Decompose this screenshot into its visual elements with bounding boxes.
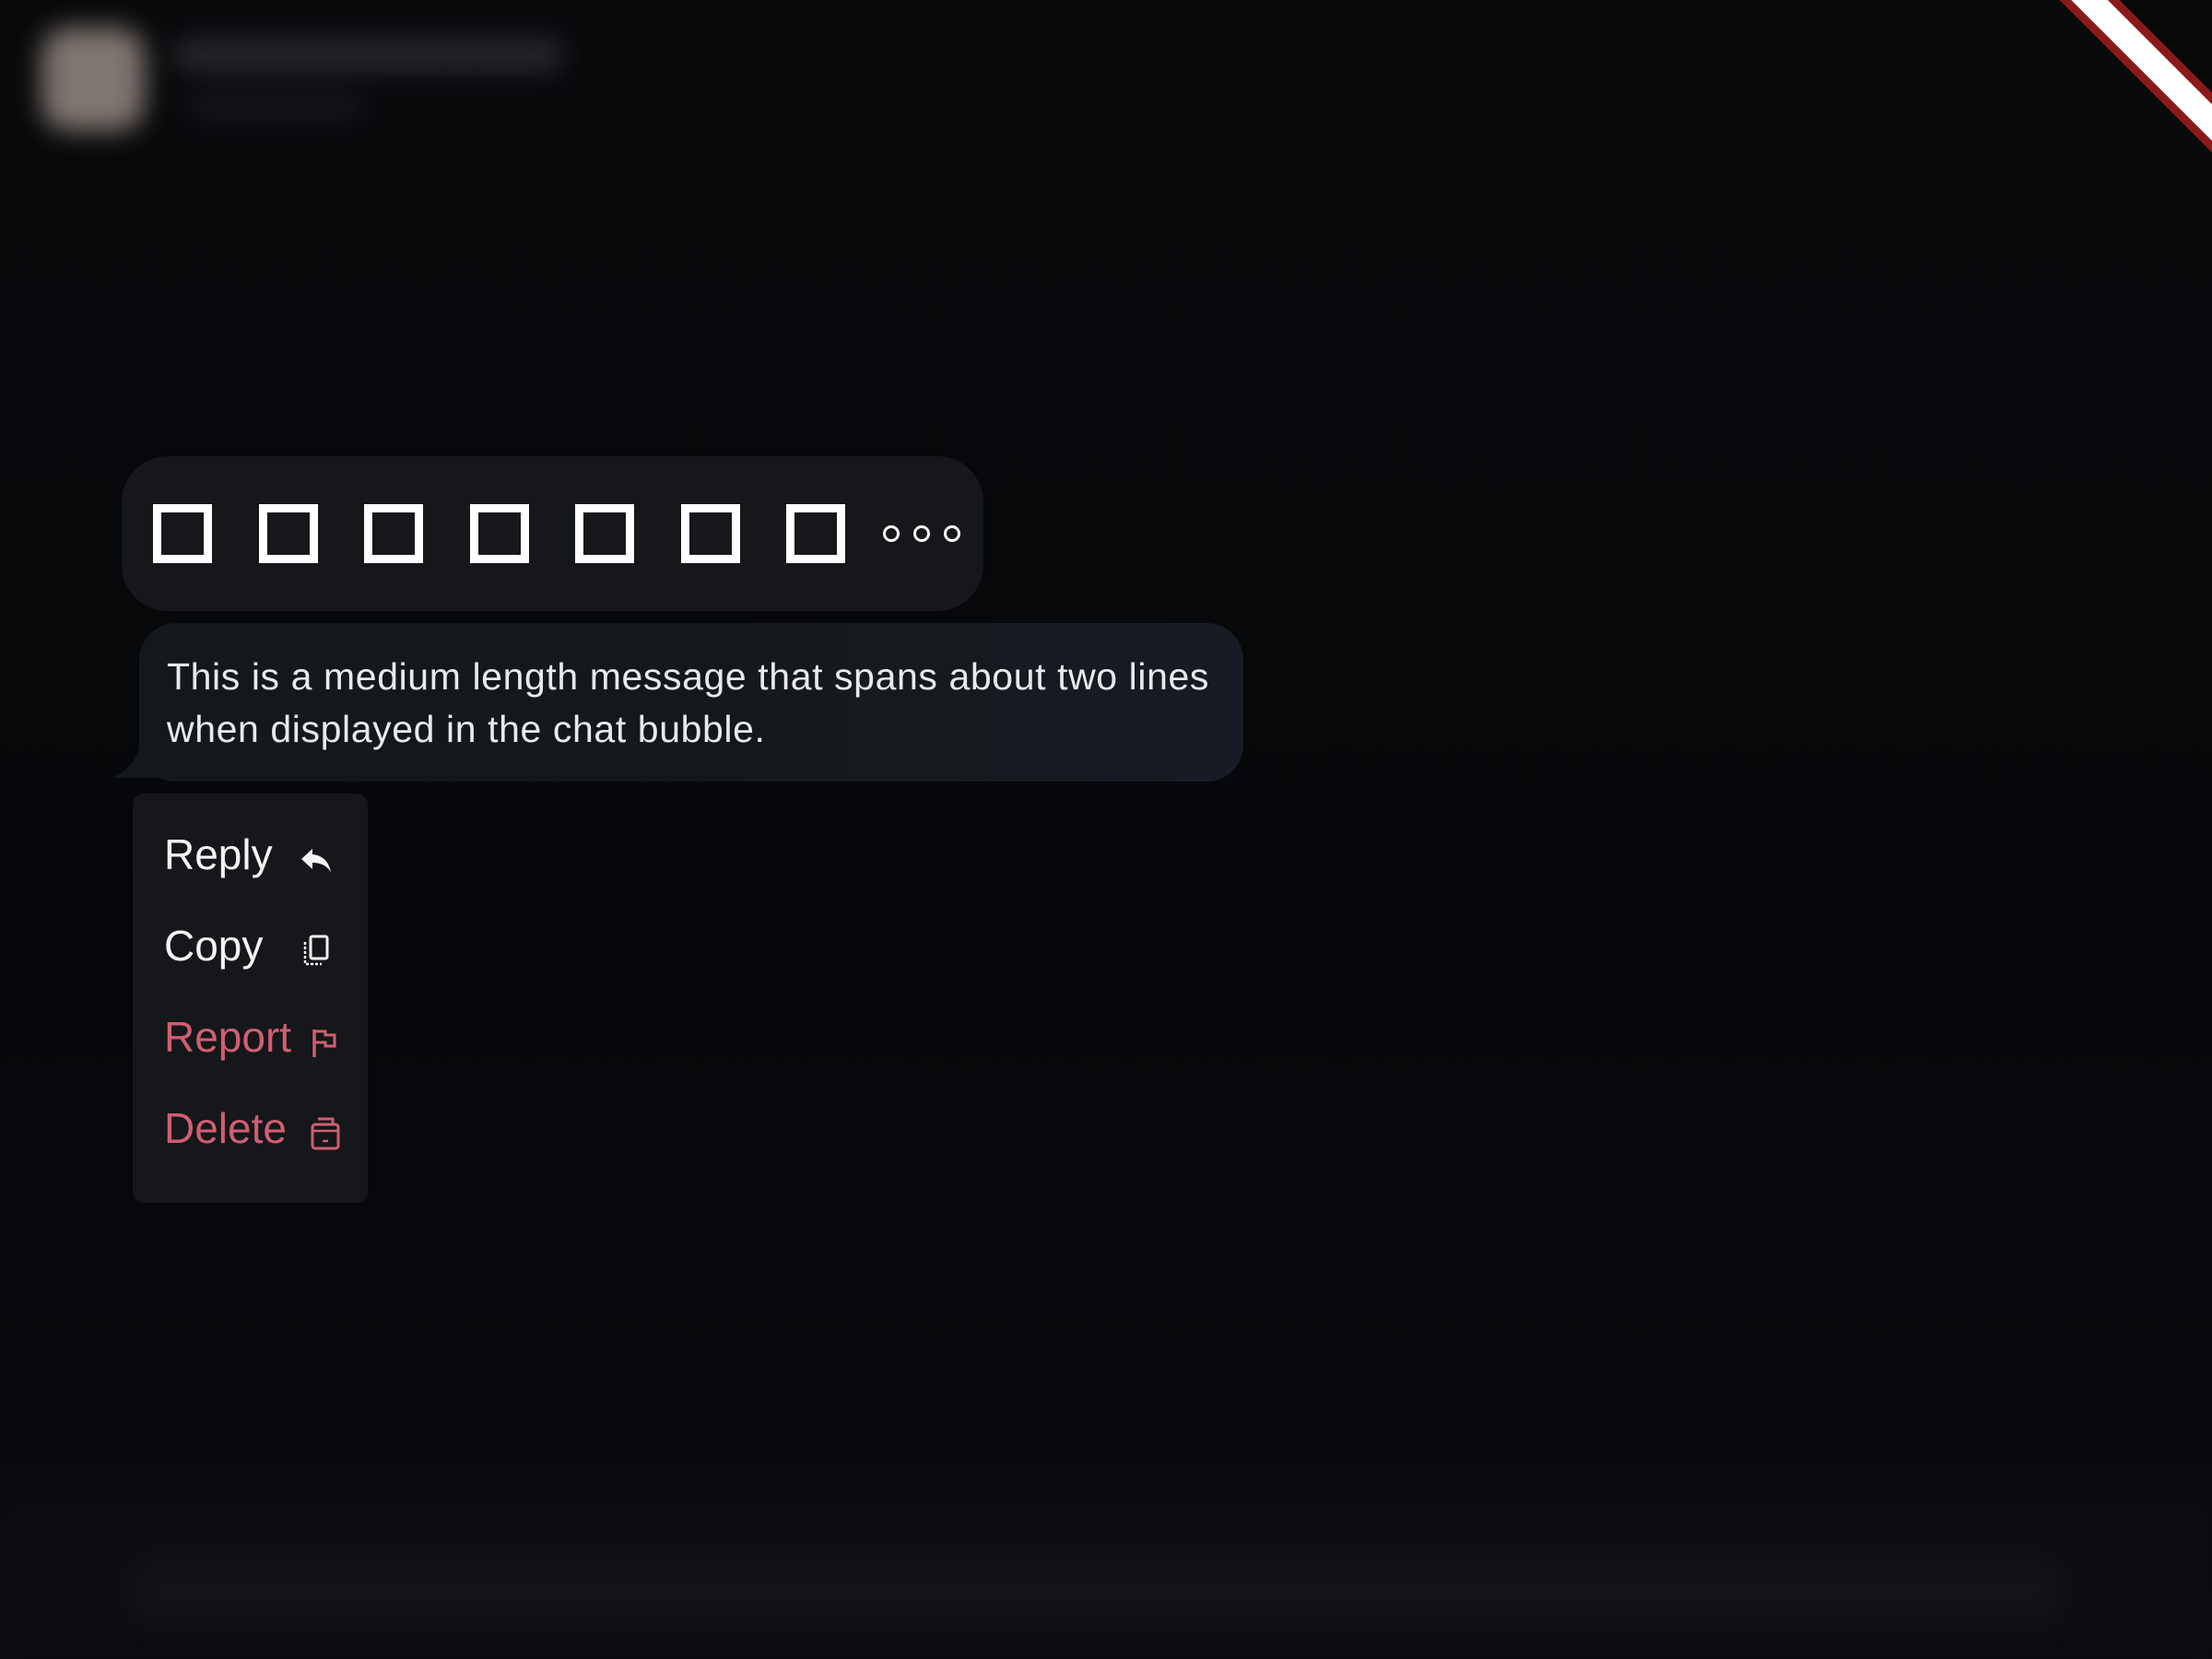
chat-screen: emoji-placeholder-1 emoji-placeholder-2 …: [0, 0, 2212, 1659]
reaction-emoji-3[interactable]: emoji-placeholder-3: [364, 504, 423, 563]
reaction-emoji-7[interactable]: emoji-placeholder-7: [786, 504, 845, 563]
reaction-bar: emoji-placeholder-1 emoji-placeholder-2 …: [122, 456, 983, 611]
trash-icon: [311, 1117, 340, 1150]
menu-item-reply[interactable]: Reply: [133, 830, 368, 922]
reaction-emoji-1[interactable]: emoji-placeholder-1: [153, 504, 212, 563]
menu-item-delete[interactable]: Delete: [133, 1104, 368, 1195]
reaction-emoji-6[interactable]: emoji-placeholder-6: [680, 504, 740, 563]
menu-item-label: Reply: [164, 830, 273, 878]
avatar: [41, 28, 145, 131]
more-horizontal-icon: [882, 525, 900, 542]
reaction-emoji-5[interactable]: emoji-placeholder-5: [575, 504, 634, 563]
menu-item-label: Delete: [164, 1104, 287, 1152]
contact-status-placeholder: [189, 97, 364, 117]
menu-item-report[interactable]: Report: [133, 1013, 368, 1104]
copy-icon: [303, 935, 329, 966]
blurred-composer-field: [129, 1558, 2065, 1622]
menu-item-label: Report: [164, 1013, 292, 1061]
more-horizontal-icon-dot: [912, 525, 930, 542]
reply-icon: [301, 849, 331, 872]
reaction-emoji-4[interactable]: emoji-placeholder-4: [469, 504, 529, 563]
contact-name-placeholder: [175, 39, 562, 72]
more-reactions-button[interactable]: [882, 504, 960, 563]
blurred-chat-header: [0, 0, 2212, 157]
message-bubble[interactable]: This is a medium length message that spa…: [139, 623, 1243, 782]
more-horizontal-icon-dot: [943, 525, 960, 542]
flag-icon: [312, 1030, 336, 1057]
reaction-emoji-2[interactable]: emoji-placeholder-2: [258, 504, 318, 563]
menu-item-label: Copy: [164, 922, 264, 970]
menu-item-copy[interactable]: Copy: [133, 922, 368, 1013]
message-context-menu: Reply Copy Report Delete: [133, 794, 368, 1203]
message-text: This is a medium length message that spa…: [167, 655, 1209, 750]
